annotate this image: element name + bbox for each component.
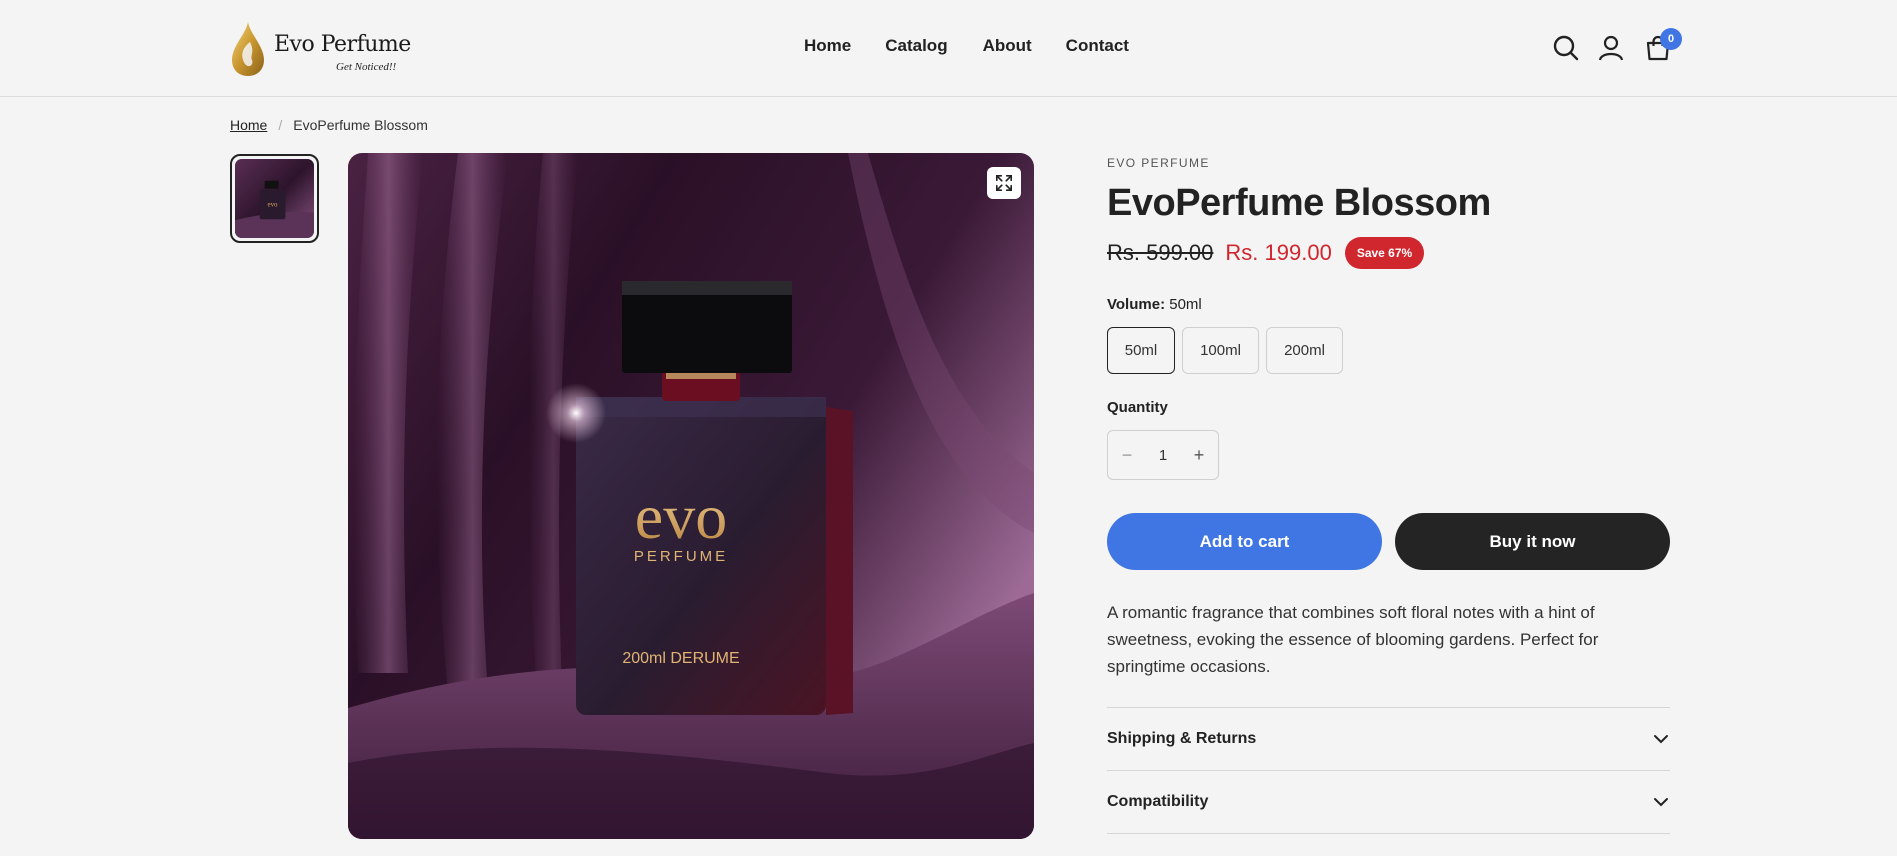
variant-100ml[interactable]: 100ml bbox=[1182, 327, 1259, 374]
breadcrumb-home[interactable]: Home bbox=[230, 117, 267, 133]
product-title: EvoPerfume Blossom bbox=[1107, 182, 1491, 224]
volume-label: Volume: 50ml bbox=[1107, 296, 1202, 313]
accordion-divider bbox=[1107, 833, 1670, 834]
volume-label-text: Volume: bbox=[1107, 296, 1166, 313]
breadcrumb: Home / EvoPerfume Blossom bbox=[230, 117, 428, 133]
accordion-title: Compatibility bbox=[1107, 793, 1209, 810]
accordion-shipping-returns[interactable]: Shipping & Returns bbox=[1107, 707, 1670, 770]
accordion-title: Shipping & Returns bbox=[1107, 730, 1257, 747]
variant-200ml[interactable]: 200ml bbox=[1266, 327, 1343, 374]
product-vendor: EVO PERFUME bbox=[1107, 156, 1210, 170]
search-icon[interactable] bbox=[1552, 34, 1580, 62]
accordion-compatibility[interactable]: Compatibility bbox=[1107, 770, 1670, 833]
gallery-thumbnail[interactable]: evo bbox=[230, 154, 319, 243]
volume-selected-value: 50ml bbox=[1169, 296, 1202, 313]
product-description: A romantic fragrance that combines soft … bbox=[1107, 603, 1599, 676]
variant-50ml[interactable]: 50ml bbox=[1107, 327, 1175, 374]
compare-at-price: Rs. 599.00 bbox=[1107, 240, 1214, 265]
add-to-cart-button[interactable]: Add to cart bbox=[1107, 513, 1382, 570]
site-header: Evo Perfume Get Noticed!! Home Catalog A… bbox=[0, 0, 1897, 97]
bottle-volume-text: 200ml DERUME bbox=[622, 650, 739, 667]
svg-text:evo: evo bbox=[268, 201, 279, 208]
nav-catalog[interactable]: Catalog bbox=[885, 36, 947, 56]
price-row: Rs. 599.00 Rs. 199.00 Save 67% bbox=[1107, 237, 1425, 269]
brand-tagline: Get Noticed!! bbox=[336, 61, 397, 73]
brand-name: Evo Perfume bbox=[274, 32, 411, 57]
sale-price: Rs. 199.00 bbox=[1225, 240, 1332, 265]
chevron-down-icon bbox=[1654, 735, 1668, 744]
main-nav: Home Catalog About Contact bbox=[804, 36, 1163, 56]
save-badge: Save 67% bbox=[1344, 237, 1425, 269]
plus-icon[interactable]: + bbox=[1180, 445, 1218, 466]
product-main-image[interactable]: evo PERFUME 200ml DERUME bbox=[348, 153, 1034, 839]
volume-options: 50ml 100ml 200ml bbox=[1107, 327, 1350, 374]
breadcrumb-separator: / bbox=[278, 117, 283, 133]
drop-logo-icon bbox=[232, 22, 264, 76]
brand-logo[interactable]: Evo Perfume Get Noticed!! bbox=[228, 18, 411, 80]
nav-about[interactable]: About bbox=[983, 36, 1032, 56]
expand-icon[interactable] bbox=[987, 167, 1021, 199]
quantity-input[interactable] bbox=[1146, 446, 1180, 464]
nav-home[interactable]: Home bbox=[804, 36, 851, 56]
chevron-down-icon bbox=[1654, 798, 1668, 807]
quantity-label: Quantity bbox=[1107, 399, 1168, 416]
cart-count-badge: 0 bbox=[1660, 28, 1682, 50]
buy-now-button[interactable]: Buy it now bbox=[1395, 513, 1670, 570]
nav-contact[interactable]: Contact bbox=[1066, 36, 1129, 56]
bottle-sub-text: PERFUME bbox=[634, 548, 728, 565]
breadcrumb-current: EvoPerfume Blossom bbox=[293, 117, 428, 133]
quantity-stepper: − + bbox=[1107, 430, 1219, 480]
bottle-brand-text: evo bbox=[635, 481, 727, 552]
thumbnail-image: evo bbox=[235, 159, 314, 238]
minus-icon[interactable]: − bbox=[1108, 445, 1146, 466]
user-icon[interactable] bbox=[1597, 34, 1625, 62]
